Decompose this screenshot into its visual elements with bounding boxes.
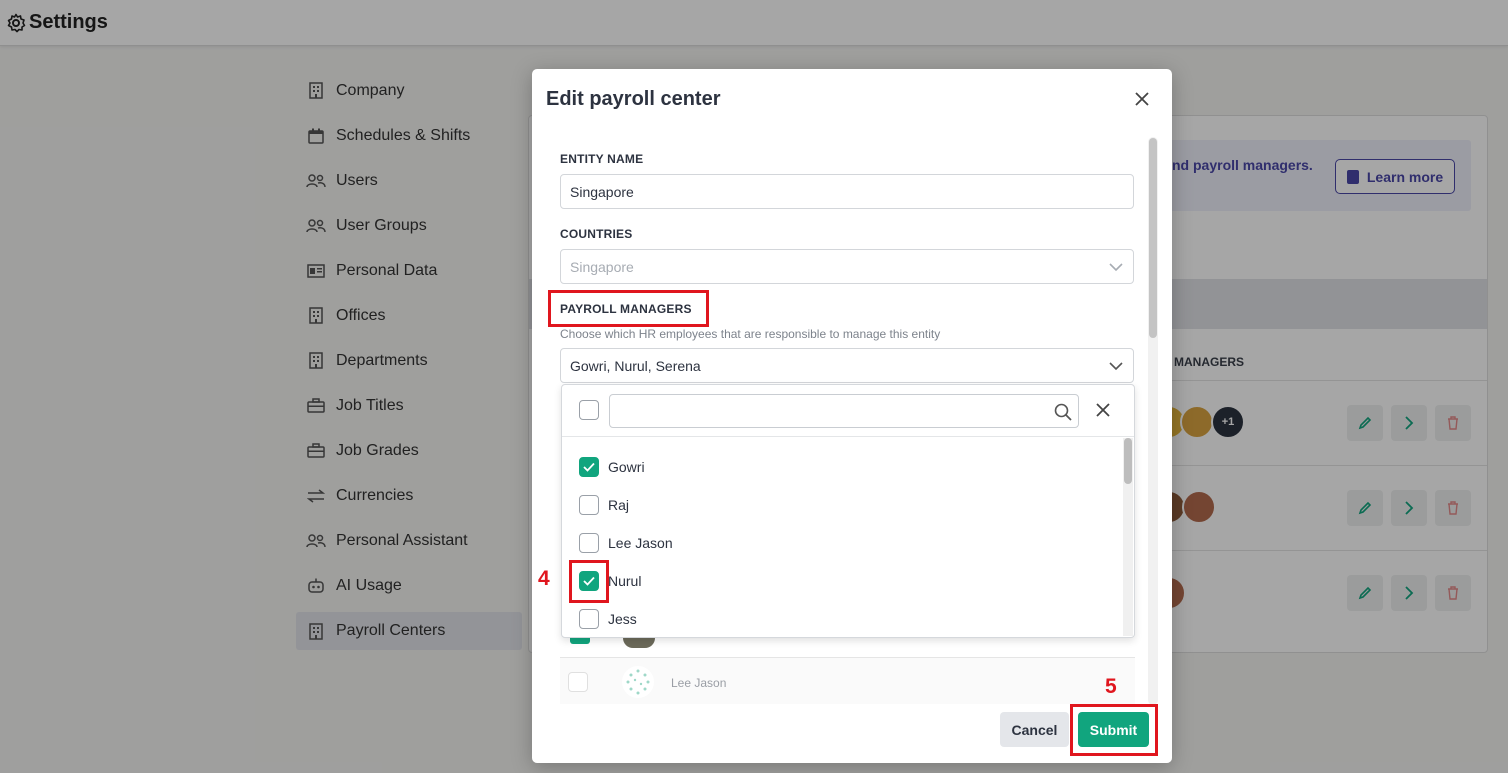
payroll-managers-dropdown: Gowri Raj Lee Jason Nurul Jess: [561, 384, 1135, 638]
countries-value: Singapore: [570, 258, 634, 275]
checkmark-icon: [583, 462, 595, 472]
dropdown-header: [562, 385, 1134, 437]
close-icon[interactable]: [1132, 89, 1152, 109]
entity-name-label: ENTITY NAME: [560, 152, 644, 166]
option-label: Lee Jason: [608, 535, 673, 551]
countries-select[interactable]: Singapore: [560, 249, 1134, 284]
highlight-nurul-checkbox: [569, 560, 609, 603]
clear-icon[interactable]: [1094, 401, 1112, 419]
payroll-managers-select[interactable]: Gowri, Nurul, Serena: [560, 348, 1134, 383]
checkbox[interactable]: [579, 533, 599, 553]
option-lee-jason[interactable]: Lee Jason: [562, 524, 1122, 562]
step-4-label: 4: [538, 567, 550, 590]
option-nurul[interactable]: Nurul: [562, 562, 1122, 600]
payroll-managers-helper: Choose which HR employees that are respo…: [560, 327, 941, 341]
cancel-button[interactable]: Cancel: [1000, 712, 1069, 747]
checkbox-checked[interactable]: [579, 457, 599, 477]
checkbox[interactable]: [579, 609, 599, 629]
table-row: Lee Jason: [560, 657, 1135, 704]
payroll-managers-value: Gowri, Nurul, Serena: [570, 357, 701, 374]
chevron-down-icon: [1109, 263, 1123, 272]
option-raj[interactable]: Raj: [562, 486, 1122, 524]
search-icon: [1054, 403, 1072, 421]
option-gowri[interactable]: Gowri: [562, 448, 1122, 486]
step-5-label: 5: [1105, 675, 1117, 698]
select-all-checkbox[interactable]: [579, 400, 599, 420]
checkbox[interactable]: [579, 495, 599, 515]
entity-name-field[interactable]: Singapore: [560, 174, 1134, 209]
chevron-down-icon: [1109, 362, 1123, 371]
list-item: [561, 638, 1135, 656]
row-name: Lee Jason: [671, 676, 727, 690]
option-label: Nurul: [608, 573, 642, 589]
avatar: [622, 666, 654, 698]
dropdown-scrollbar-thumb[interactable]: [1124, 438, 1132, 484]
modal-title: Edit payroll center: [546, 88, 721, 110]
highlight-submit-button: [1070, 704, 1158, 756]
search-input[interactable]: [609, 394, 1079, 428]
row-checkbox[interactable]: [568, 672, 588, 692]
entity-name-value: Singapore: [570, 183, 634, 200]
countries-label: COUNTRIES: [560, 227, 633, 241]
option-label: Raj: [608, 497, 630, 513]
option-label: Gowri: [608, 459, 645, 475]
option-label: Jess: [608, 611, 637, 627]
modal-scrollbar-thumb[interactable]: [1149, 138, 1157, 338]
highlight-payroll-managers: [548, 290, 709, 327]
option-jess[interactable]: Jess: [562, 600, 1122, 638]
